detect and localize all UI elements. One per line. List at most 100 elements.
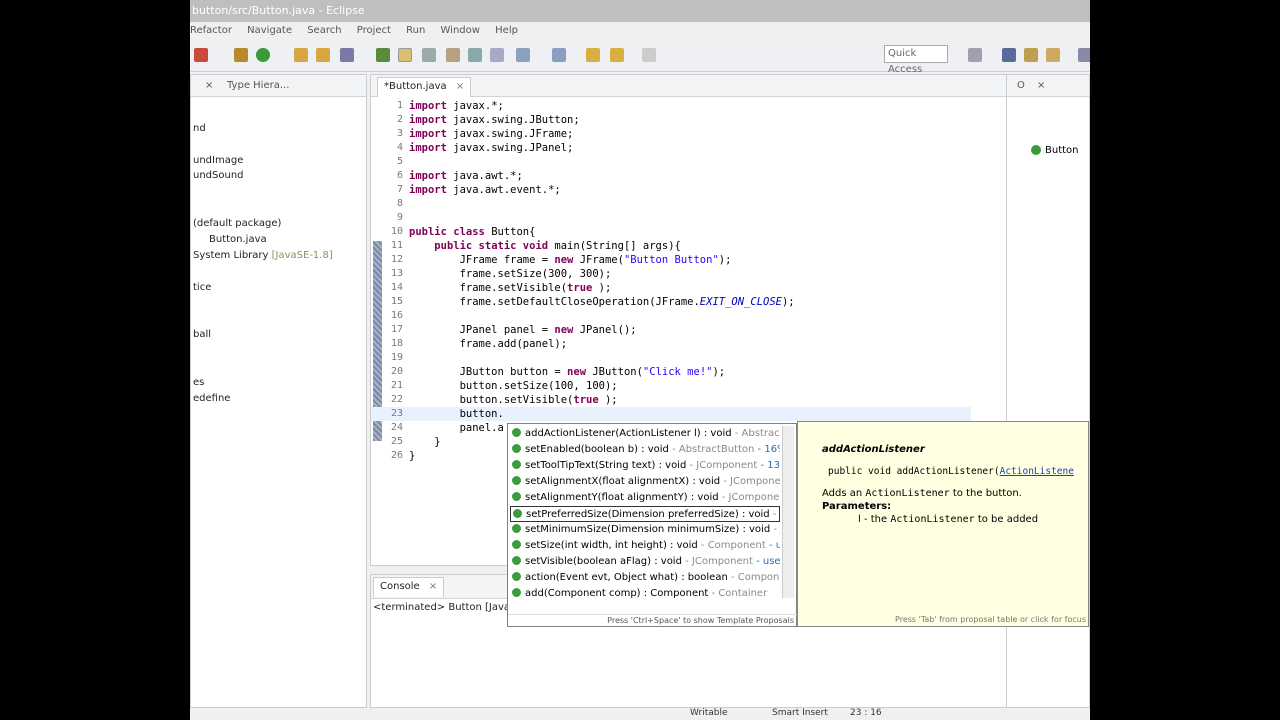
completion-item[interactable]: setEnabled(boolean b) : void - AbstractB…: [510, 442, 780, 458]
completion-item[interactable]: setMinimumSize(Dimension minimumSize) : …: [510, 522, 780, 538]
block-selection-icon[interactable]: [422, 48, 436, 62]
code-line[interactable]: 3 import javax.swing.JFrame;: [371, 127, 971, 141]
prev-annotation-icon[interactable]: [552, 48, 566, 62]
completion-item[interactable]: setSize(int width, int height) : void - …: [510, 538, 780, 554]
code-line[interactable]: 21 button.setSize(100, 100);: [371, 379, 971, 393]
code-line[interactable]: 17 JPanel panel = new JPanel();: [371, 323, 971, 337]
tree-item-default-package[interactable]: (default package): [193, 218, 281, 229]
status-cursor-position: 23 : 16: [850, 708, 882, 718]
next-annotation-icon[interactable]: [516, 48, 530, 62]
tree-item[interactable]: tice: [193, 282, 211, 293]
tab-console[interactable]: Console ×: [373, 577, 445, 597]
code-text: }: [409, 450, 416, 462]
line-number: 5: [396, 156, 403, 167]
back-icon[interactable]: [610, 48, 624, 62]
code-line[interactable]: 4 import javax.swing.JPanel;: [371, 141, 971, 155]
javadoc-description-text: Adds an: [822, 488, 866, 499]
quick-access-input[interactable]: Quick Access: [884, 45, 948, 75]
javadoc-type-link[interactable]: ActionListene: [1000, 466, 1074, 477]
code-line[interactable]: 9: [371, 211, 971, 225]
mark-occurrences-icon[interactable]: [398, 48, 412, 62]
code-text: import java.awt.*;: [409, 170, 523, 182]
outline-item-button[interactable]: Button: [1045, 145, 1079, 156]
tree-item[interactable]: nd: [193, 123, 206, 134]
completion-item[interactable]: setToolTipText(String text) : void - JCo…: [510, 458, 780, 474]
menu-help[interactable]: Help: [495, 22, 518, 40]
menu-project[interactable]: Project: [357, 22, 391, 40]
java-perspective-icon[interactable]: [1024, 48, 1038, 62]
team-perspective-icon[interactable]: [1078, 48, 1090, 62]
code-line[interactable]: 13 frame.setSize(300, 300);: [371, 267, 971, 281]
package-explorer-tabbar: × Type Hiera...: [191, 75, 366, 97]
console-tab-close-icon[interactable]: ×: [429, 581, 437, 592]
new-package-icon[interactable]: [234, 48, 248, 62]
line-number: 24: [390, 422, 403, 433]
line-number: 7: [396, 184, 403, 195]
public-method-icon: [512, 540, 521, 549]
completion-item[interactable]: add(Component comp) : Component - Contai…: [510, 586, 780, 602]
code-line[interactable]: 2 import javax.swing.JButton;: [371, 113, 971, 127]
menu-search[interactable]: Search: [307, 22, 341, 40]
code-text: import javax.swing.JButton;: [409, 114, 580, 126]
completion-item[interactable]: addActionListener(ActionListener l) : vo…: [510, 426, 780, 442]
javadoc-signature-text: public void addActionListener(: [828, 466, 1000, 477]
java-ee-perspective-icon[interactable]: [1002, 48, 1016, 62]
tab-outline[interactable]: O: [1011, 77, 1031, 97]
show-whitespace-icon[interactable]: [446, 48, 460, 62]
code-text: import javax.*;: [409, 100, 504, 112]
line-number: 10: [390, 226, 403, 237]
tree-item[interactable]: ball: [193, 329, 211, 340]
code-line[interactable]: 15 frame.setDefaultCloseOperation(JFrame…: [371, 295, 971, 309]
open-resource-icon[interactable]: [316, 48, 330, 62]
code-line[interactable]: 18 frame.add(panel);: [371, 337, 971, 351]
tab-type-hierarchy[interactable]: Type Hiera...: [221, 77, 295, 97]
completion-item[interactable]: action(Event evt, Object what) : boolean…: [510, 570, 780, 586]
debug-perspective-icon[interactable]: [1046, 48, 1060, 62]
tree-item-system-library[interactable]: System Library [JavaSE-1.8]: [193, 250, 333, 261]
completion-item[interactable]: setPreferredSize(Dimension preferredSize…: [510, 506, 780, 522]
tab-button-java[interactable]: *Button.java ×: [377, 77, 472, 97]
code-line[interactable]: 14 frame.setVisible(true );: [371, 281, 971, 295]
outline-tab-close-icon[interactable]: ×: [1031, 77, 1051, 97]
menu-navigate[interactable]: Navigate: [247, 22, 292, 40]
toggle-word-wrap-icon[interactable]: [468, 48, 482, 62]
menu-refactor[interactable]: Refactor: [190, 22, 232, 40]
package-explorer-tab-close[interactable]: ×: [199, 77, 219, 97]
search-icon[interactable]: [340, 48, 354, 62]
tree-item[interactable]: undSound: [193, 170, 244, 181]
last-edit-icon[interactable]: [586, 48, 600, 62]
code-line[interactable]: 23 button.: [371, 407, 971, 421]
completion-item[interactable]: setAlignmentY(float alignmentY) : void -…: [510, 490, 780, 506]
line-number: 3: [396, 128, 403, 139]
code-line[interactable]: 11 public static void main(String[] args…: [371, 239, 971, 253]
editor-tab-close-icon[interactable]: ×: [456, 81, 464, 92]
code-line[interactable]: 1 import javax.*;: [371, 99, 971, 113]
code-line[interactable]: 19: [371, 351, 971, 365]
open-perspective-icon[interactable]: [968, 48, 982, 62]
code-line[interactable]: 5: [371, 155, 971, 169]
tree-item[interactable]: edefine: [193, 393, 230, 404]
menu-window[interactable]: Window: [441, 22, 480, 40]
code-line[interactable]: 7 import java.awt.event.*;: [371, 183, 971, 197]
tree-item[interactable]: es: [193, 377, 204, 388]
completion-item[interactable]: setAlignmentX(float alignmentX) : void -…: [510, 474, 780, 490]
code-line[interactable]: 12 JFrame frame = new JFrame("Button But…: [371, 253, 971, 267]
show-source-icon[interactable]: [490, 48, 504, 62]
completion-item[interactable]: setVisible(boolean aFlag) : void - JComp…: [510, 554, 780, 570]
forward-icon[interactable]: [642, 48, 656, 62]
line-number: 4: [396, 142, 403, 153]
code-line[interactable]: 22 button.setVisible(true );: [371, 393, 971, 407]
open-type-icon[interactable]: [294, 48, 308, 62]
tree-item[interactable]: undImage: [193, 155, 243, 166]
code-line[interactable]: 16: [371, 309, 971, 323]
new-class-icon[interactable]: [256, 48, 270, 62]
debug-icon[interactable]: [194, 48, 208, 62]
menu-run[interactable]: Run: [406, 22, 425, 40]
code-line[interactable]: 8: [371, 197, 971, 211]
code-line[interactable]: 6 import java.awt.*;: [371, 169, 971, 183]
code-line[interactable]: 10 public class Button{: [371, 225, 971, 239]
tree-item-button-java[interactable]: Button.java: [209, 234, 267, 245]
content-assist-scrollbar[interactable]: [782, 426, 794, 598]
code-line[interactable]: 20 JButton button = new JButton("Click m…: [371, 365, 971, 379]
toggle-breadcrumb-icon[interactable]: [376, 48, 390, 62]
